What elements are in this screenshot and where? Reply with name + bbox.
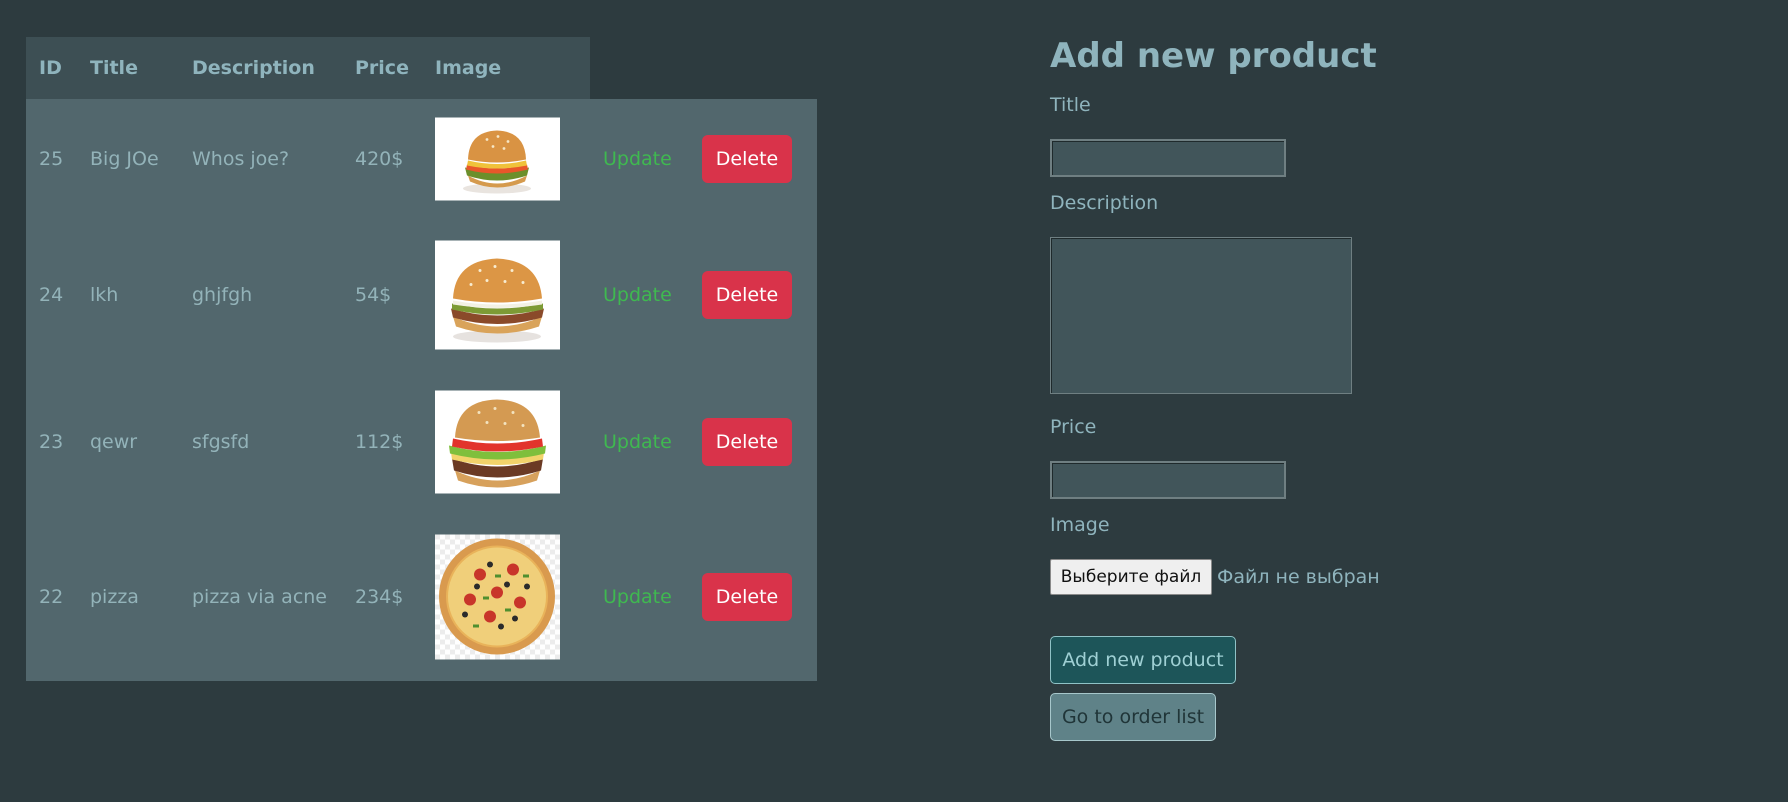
cell-price: 112$ [355, 431, 404, 453]
go-to-order-list-button[interactable]: Go to order list [1050, 693, 1216, 741]
column-header-price: Price [355, 57, 409, 79]
burger-image [435, 240, 560, 350]
cell-title: lkh [90, 284, 119, 306]
burger-icon [435, 117, 560, 201]
title-input[interactable] [1050, 139, 1286, 177]
cell-id: 23 [39, 431, 64, 453]
cell-title: qewr [90, 431, 138, 453]
products-table: ID Title Description Price Image 25 Big … [26, 37, 817, 681]
column-header-image: Image [435, 57, 502, 79]
cell-id: 22 [39, 586, 64, 608]
cell-description: ghjfgh [192, 284, 253, 306]
image-label: Image [1050, 514, 1110, 536]
cell-id: 25 [39, 148, 64, 170]
cell-description: Whos joe? [192, 148, 290, 170]
update-link[interactable]: Update [603, 586, 672, 608]
delete-button[interactable]: Delete [702, 418, 792, 466]
admin-products-page: ID Title Description Price Image 25 Big … [0, 0, 1788, 802]
table-row: 23 qewr sfgsfd 112$ Update Delete [26, 371, 817, 513]
burger-icon [435, 390, 560, 494]
cell-price: 234$ [355, 586, 404, 608]
burger-image [435, 117, 560, 201]
column-header-title: Title [90, 57, 138, 79]
description-textarea[interactable] [1050, 237, 1352, 394]
delete-button[interactable]: Delete [702, 135, 792, 183]
description-label: Description [1050, 192, 1159, 214]
table-header-row: ID Title Description Price Image [26, 37, 590, 99]
burger-image [435, 390, 560, 494]
title-label: Title [1050, 94, 1091, 116]
cell-description: sfgsfd [192, 431, 250, 453]
update-link[interactable]: Update [603, 284, 672, 306]
pizza-icon [435, 534, 560, 660]
table-row: 22 pizza pizza via acne 234$ Update Dele… [26, 513, 817, 681]
cell-id: 24 [39, 284, 64, 306]
burger-icon [435, 240, 560, 350]
delete-button[interactable]: Delete [702, 271, 792, 319]
price-input[interactable] [1050, 461, 1286, 499]
file-status-text: Файл не выбран [1217, 566, 1380, 588]
column-header-id: ID [39, 57, 62, 79]
update-link[interactable]: Update [603, 148, 672, 170]
column-header-description: Description [192, 57, 315, 79]
table-body: 25 Big JOe Whos joe? 420$ Update Delete … [26, 99, 817, 681]
choose-file-button[interactable]: Выберите файл [1050, 559, 1212, 595]
table-row: 24 lkh ghjfgh 54$ Update Delete [26, 219, 817, 371]
pizza-image [435, 534, 560, 660]
add-new-product-button[interactable]: Add new product [1050, 636, 1236, 684]
price-label: Price [1050, 416, 1097, 438]
cell-price: 420$ [355, 148, 404, 170]
form-heading: Add new product [1050, 36, 1377, 76]
cell-title: Big JOe [90, 148, 159, 170]
cell-title: pizza [90, 586, 139, 608]
cell-description: pizza via acne [192, 586, 327, 608]
table-row: 25 Big JOe Whos joe? 420$ Update Delete [26, 99, 817, 219]
cell-price: 54$ [355, 284, 392, 306]
delete-button[interactable]: Delete [702, 573, 792, 621]
update-link[interactable]: Update [603, 431, 672, 453]
